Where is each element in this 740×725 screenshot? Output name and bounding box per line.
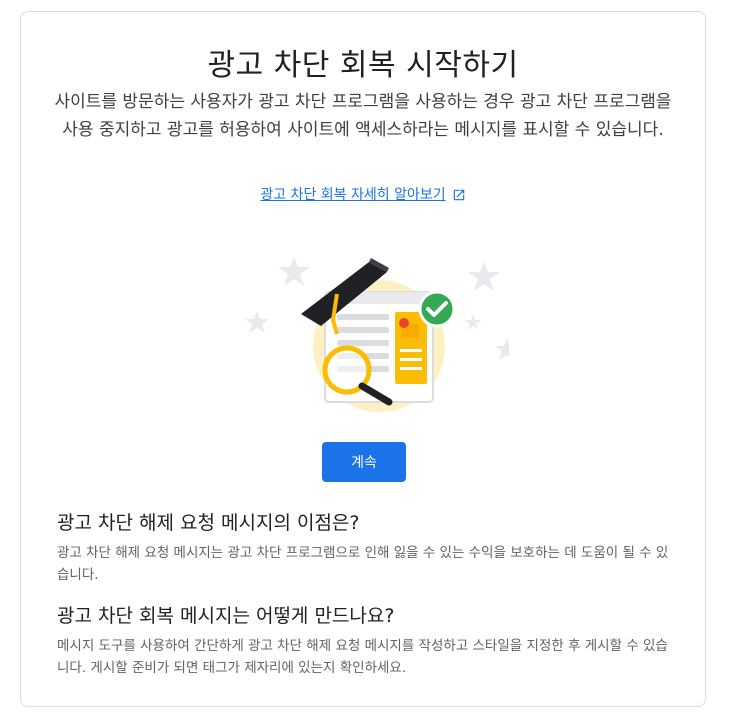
open-in-new-icon[interactable]	[452, 188, 466, 206]
continue-button[interactable]: 계속	[322, 442, 406, 482]
ad-recovery-illustration	[219, 234, 519, 414]
page-description: 사이트를 방문하는 사용자가 광고 차단 프로그램을 사용하는 경우 광고 차단…	[54, 92, 672, 140]
faq-question: 광고 차단 해제 요청 메시지의 이점은?	[57, 512, 360, 534]
page-title: 광고 차단 회복 시작하기	[207, 48, 519, 83]
check-circle-icon	[418, 290, 456, 328]
getting-started-card: 광고 차단 회복 시작하기 사이트를 방문하는 사용자가 광고 차단 프로그램을…	[20, 11, 706, 707]
learn-more-link[interactable]: 광고 차단 회복 자세히 알아보기	[260, 187, 445, 203]
faq-answer: 메시지 도구를 사용하여 간단하게 광고 차단 해제 요청 메시지를 작성하고 …	[57, 638, 668, 676]
faq-question: 광고 차단 회복 메시지는 어떻게 만드나요?	[57, 605, 395, 627]
learn-more-row: 광고 차단 회복 자세히 알아보기	[21, 184, 705, 206]
faq-answer: 광고 차단 해제 요청 메시지는 광고 차단 프로그램으로 인해 잃을 수 있는…	[57, 545, 669, 583]
